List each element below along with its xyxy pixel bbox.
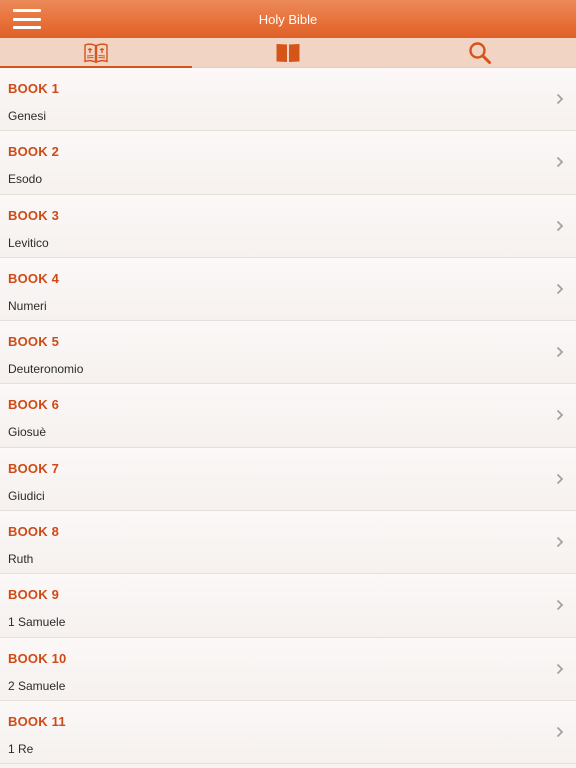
chevron-right-icon xyxy=(556,410,564,421)
tab-search[interactable] xyxy=(384,38,576,67)
book-name-label: Giudici xyxy=(8,488,45,503)
tab-reading[interactable] xyxy=(192,38,384,67)
book-name-label: 2 Samuele xyxy=(8,678,66,693)
list-item[interactable]: BOOK 8 Ruth xyxy=(0,511,576,575)
list-item[interactable]: BOOK 2 Esodo xyxy=(0,131,576,195)
book-number-label: BOOK 7 xyxy=(8,460,60,476)
list-item[interactable]: BOOK 4 Numeri xyxy=(0,257,576,322)
book-name-label: Ruth xyxy=(8,552,34,567)
book-number-label: BOOK 8 xyxy=(8,524,60,540)
list-item[interactable]: BOOK 7 Giudici xyxy=(0,447,576,512)
book-list: BOOK 1 Genesi BOOK 2 Esodo BOOK 3 Levitico BOO… xyxy=(0,68,576,768)
book-number-label: BOOK 9 xyxy=(8,587,60,603)
list-item[interactable]: BOOK 11 1 Re xyxy=(0,700,576,765)
book-name-label: Esodo xyxy=(8,172,43,187)
chevron-right-icon xyxy=(556,347,564,358)
book-name-label: 1 Samuele xyxy=(8,615,66,630)
list-item[interactable]: BOOK 3 Levitico xyxy=(0,194,576,258)
book-name-label: Giosuè xyxy=(8,425,47,440)
chevron-right-icon xyxy=(556,220,564,231)
book-number-label: BOOK 5 xyxy=(8,334,60,350)
chevron-right-icon xyxy=(556,93,564,105)
chevron-right-icon xyxy=(556,157,564,168)
tab-bar xyxy=(0,38,576,68)
list-item[interactable]: BOOK 6 Giosuè xyxy=(0,384,576,448)
list-item[interactable]: BOOK 9 1 Samuele xyxy=(0,574,576,638)
book-name-label: Numeri xyxy=(8,298,47,313)
book-number-label: BOOK 6 xyxy=(8,397,60,413)
chevron-right-icon xyxy=(556,473,564,484)
chevron-right-icon xyxy=(556,536,564,548)
chevron-right-icon xyxy=(556,663,564,674)
list-item[interactable]: BOOK 10 2 Samuele xyxy=(0,637,576,701)
book-number-label: BOOK 3 xyxy=(8,207,60,223)
chevron-right-icon xyxy=(556,726,564,738)
book-number-label: BOOK 11 xyxy=(8,713,66,729)
hamburger-menu-icon[interactable] xyxy=(13,9,41,29)
book-name-label: 1 Re xyxy=(8,741,34,756)
book-number-label: BOOK 1 xyxy=(8,81,60,96)
app-title: Holy Bible xyxy=(258,11,318,27)
navigation-bar: Holy Bible xyxy=(0,0,576,38)
book-number-label: BOOK 2 xyxy=(8,144,60,160)
book-name-label: Deuteronomio xyxy=(8,362,84,377)
book-icon xyxy=(276,43,300,62)
open-bible-icon xyxy=(84,42,108,63)
tab-books[interactable] xyxy=(0,38,192,68)
chevron-right-icon xyxy=(556,283,564,295)
list-item[interactable]: BOOK 1 Genesi xyxy=(0,68,576,132)
book-name-label: Genesi xyxy=(8,109,47,123)
book-name-label: Levitico xyxy=(8,235,49,250)
book-number-label: BOOK 10 xyxy=(8,650,67,666)
book-number-label: BOOK 4 xyxy=(8,270,60,286)
chevron-right-icon xyxy=(556,600,564,611)
search-icon xyxy=(469,41,491,64)
list-item[interactable]: BOOK 5 Deuteronomio xyxy=(0,321,576,385)
app-window: Holy Bible BOOK 1 Genesi BOOK 2 Esodo BO… xyxy=(0,0,576,768)
